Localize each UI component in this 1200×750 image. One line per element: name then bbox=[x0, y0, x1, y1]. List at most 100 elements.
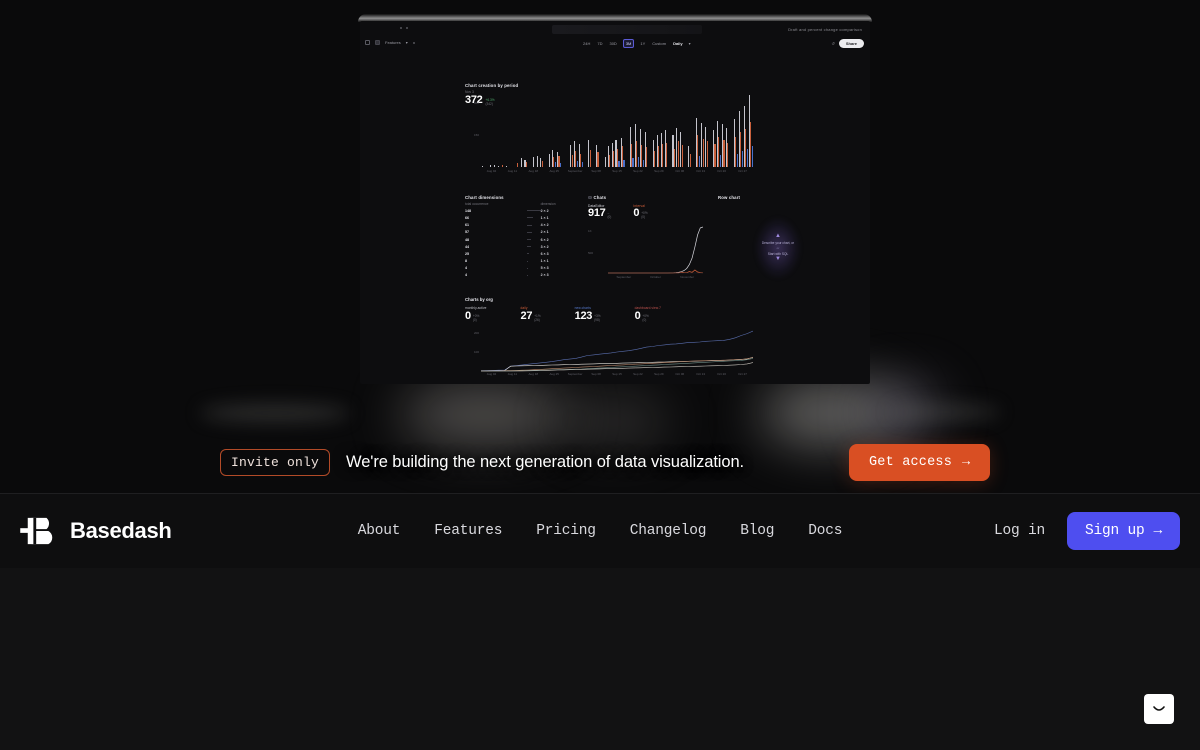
nav-link-pricing[interactable]: Pricing bbox=[519, 523, 613, 539]
sign-up-label: Sign up bbox=[1084, 523, 1145, 539]
sign-up-button[interactable]: Sign up → bbox=[1066, 512, 1180, 550]
table-row[interactable]: 4 2 × 3 bbox=[465, 272, 580, 279]
chat-launcher-button[interactable] bbox=[1144, 694, 1174, 724]
table-row[interactable]: 4 5 × 3 bbox=[465, 265, 580, 272]
empty-prompt-line2: Start with SQL bbox=[767, 251, 789, 256]
bar-group bbox=[743, 95, 748, 167]
chevron-down-icon[interactable]: ▾ bbox=[406, 40, 408, 45]
bar-group bbox=[626, 95, 629, 167]
bar bbox=[714, 143, 716, 167]
cell-dimension: 5 × 3 bbox=[540, 266, 549, 271]
range-custom[interactable]: Custom bbox=[651, 41, 667, 46]
range-1y[interactable]: 1Y bbox=[639, 41, 646, 46]
line-series-white bbox=[481, 356, 753, 372]
x-tick: Aug 04 bbox=[486, 372, 497, 376]
bar bbox=[541, 160, 543, 167]
bar-group bbox=[600, 95, 603, 167]
x-tick: Aug 25 bbox=[549, 372, 559, 376]
bar bbox=[609, 154, 611, 167]
cell-dimension: 4 × 2 bbox=[540, 223, 549, 228]
metric-delta-abs: (98) bbox=[594, 318, 600, 322]
bar-group bbox=[738, 95, 743, 167]
bar-group bbox=[516, 95, 519, 167]
bar bbox=[751, 146, 753, 167]
bar-chart-x-axis: Aug 04 Aug 11 Aug 18 Aug 25 September Sep 08 S… bbox=[481, 169, 753, 173]
metric-value: 27 bbox=[520, 310, 533, 322]
log-in-link[interactable]: Log in bbox=[994, 523, 1045, 539]
bar-group bbox=[629, 95, 634, 167]
cell-sparkbar bbox=[526, 236, 541, 243]
x-tick: November bbox=[680, 275, 695, 279]
bar bbox=[493, 164, 495, 167]
range-24h[interactable]: 24H bbox=[582, 41, 591, 46]
x-tick: Aug 04 bbox=[486, 169, 497, 173]
bar-group bbox=[680, 95, 683, 167]
bar-group bbox=[481, 95, 484, 167]
bar-group bbox=[649, 95, 652, 167]
x-tick: Sep 22 bbox=[633, 169, 643, 173]
add-icon[interactable] bbox=[412, 41, 415, 44]
bar-group bbox=[536, 95, 539, 167]
bar bbox=[702, 138, 704, 167]
laptop-mockup: Features Draft and percent change compar… bbox=[358, 14, 872, 384]
bar bbox=[581, 162, 583, 167]
sidebar-toggle-icon[interactable] bbox=[365, 40, 370, 45]
app-search-input[interactable] bbox=[552, 25, 702, 34]
bar bbox=[489, 165, 491, 167]
table-row[interactable]: 48 6 × 2 bbox=[465, 236, 580, 243]
cell-count: 4 bbox=[465, 266, 467, 271]
bar-group bbox=[660, 95, 664, 167]
table-row[interactable]: 44 3 × 2 bbox=[465, 243, 580, 250]
bar-group bbox=[664, 95, 668, 167]
bar-group bbox=[544, 95, 547, 167]
cell-count: 61 bbox=[465, 223, 469, 228]
cell-sparkbar bbox=[526, 207, 541, 214]
cell-sparkbar bbox=[526, 272, 541, 279]
bar-group bbox=[524, 95, 528, 167]
table-row[interactable]: 8 1 × 1 bbox=[465, 258, 580, 265]
metric-delta-abs: (0) bbox=[472, 318, 477, 322]
x-tick: September bbox=[567, 169, 583, 173]
nav-link-features[interactable]: Features bbox=[417, 523, 519, 539]
table-row[interactable]: 148 2 × 2 bbox=[465, 207, 580, 214]
share-button[interactable]: Share bbox=[838, 39, 864, 48]
backlight-glow bbox=[868, 386, 938, 438]
bar bbox=[723, 140, 725, 167]
area-series-dataeditor bbox=[608, 226, 703, 274]
bar-group bbox=[652, 95, 656, 167]
row-chart-empty-state[interactable]: ▲ Describe your chart, or or Start with … bbox=[728, 217, 828, 279]
bar bbox=[736, 153, 738, 167]
nav-link-docs[interactable]: Docs bbox=[791, 523, 859, 539]
table-row[interactable]: 61 4 × 2 bbox=[465, 222, 580, 229]
x-tick: Oct 06 bbox=[675, 372, 685, 376]
panel-row-chart: Row chart ▲ Describe your chart, or or S… bbox=[718, 195, 838, 285]
toolbar-right: ↺ Share bbox=[832, 39, 864, 48]
table-row[interactable]: 57 2 × 1 bbox=[465, 229, 580, 236]
nav-link-about[interactable]: About bbox=[341, 523, 418, 539]
x-tick: September bbox=[616, 275, 632, 279]
panel-title: Chart creation by period bbox=[465, 83, 519, 88]
bar-group bbox=[712, 95, 716, 167]
x-tick: Aug 18 bbox=[528, 372, 539, 376]
chevron-down-icon[interactable]: ▾ bbox=[689, 41, 691, 46]
refresh-icon[interactable]: ↺ bbox=[832, 41, 835, 46]
range-3m-active[interactable]: 3M bbox=[622, 39, 635, 48]
bar-group bbox=[592, 95, 595, 167]
nav-link-blog[interactable]: Blog bbox=[723, 523, 791, 539]
cell-count: 48 bbox=[465, 237, 469, 242]
aggregation-daily[interactable]: Daily bbox=[672, 41, 684, 46]
bar-group bbox=[493, 95, 496, 167]
kpi-interval: Interval 0 +0% (0) bbox=[633, 204, 647, 219]
bar bbox=[604, 157, 606, 167]
table-row[interactable]: 66 1 × 1 bbox=[465, 214, 580, 221]
nav-link-changelog[interactable]: Changelog bbox=[613, 523, 724, 539]
bar-group bbox=[604, 95, 607, 167]
cell-count: 44 bbox=[465, 244, 469, 249]
bar-group bbox=[570, 95, 573, 167]
empty-prompt-line1: Describe your chart, or bbox=[761, 240, 795, 245]
arrow-right-icon: → bbox=[1153, 523, 1162, 539]
line-chart-plot bbox=[481, 330, 753, 372]
range-7d[interactable]: 7D bbox=[596, 41, 603, 46]
table-row[interactable]: 25 6 × 3 bbox=[465, 250, 580, 257]
range-30d[interactable]: 30D bbox=[608, 41, 617, 46]
